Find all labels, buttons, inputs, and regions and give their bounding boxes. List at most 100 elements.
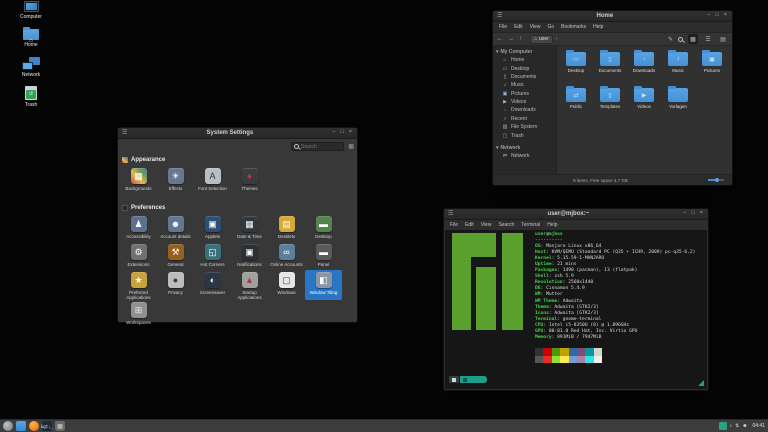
icon-view-button[interactable]: ▦ [688,34,698,44]
close-button[interactable]: × [700,211,703,217]
tray-app-icon[interactable] [719,422,727,430]
folder-templates[interactable]: ▯Templates [593,88,627,109]
menu-launcher-icon[interactable] [3,421,13,431]
folder-videos[interactable]: ▶Videos [627,88,661,109]
tile-screensaver[interactable]: ◐Screensaver [194,270,231,300]
sidebar-item-home[interactable]: ⌂Home [493,56,556,64]
sidebar-item-downloads[interactable]: ↓Downloads [493,106,556,114]
sidebar-item-desktop[interactable]: ▭Desktop [493,64,556,72]
folder-desktop[interactable]: ▭Desktop [559,52,593,73]
search-input[interactable] [301,144,341,150]
sidebar-item-videos[interactable]: ▶Videos [493,98,556,106]
menu-view[interactable]: View [530,24,541,30]
tile-accessibility[interactable]: ♟Accessibility [120,214,157,239]
tile-date-time[interactable]: ▦Date & Time [231,214,268,239]
tile-themes[interactable]: ♦Themes [231,166,268,191]
folder-documents[interactable]: ▯Documents [593,52,627,73]
view-toggle-icon[interactable]: ▦ [348,143,354,150]
clock[interactable]: 04:41 [752,423,765,429]
terminal-titlebar[interactable]: ☰ user@mjbox:~ – □ × [444,209,708,220]
tile-desklets[interactable]: ▤Desklets [268,214,305,239]
menu-help[interactable]: Help [547,222,557,228]
search-icon[interactable] [678,37,683,42]
desktop-icon-computer[interactable]: Computer [3,1,59,20]
sidebar-item-recent[interactable]: ○Recent [493,115,556,123]
sidebar-item-network[interactable]: ⇄Network [493,152,556,160]
menu-edit[interactable]: Edit [514,24,523,30]
close-button[interactable]: × [724,13,727,19]
menu-help[interactable]: Help [593,24,603,30]
edit-location-icon[interactable]: ✎ [668,36,673,43]
tile-effects[interactable]: ☀Effects [157,166,194,191]
folder-downloads[interactable]: ↓Downloads [627,52,661,73]
tile-backgrounds[interactable]: ▦Backgrounds [120,166,157,191]
sidebar-item-pictures[interactable]: ▣Pictures [493,90,556,98]
maximize-button[interactable]: □ [691,211,694,217]
up-button[interactable]: ↑ [519,36,522,42]
sidebar-item-trash[interactable]: ▢Trash [493,131,556,139]
tile-windows[interactable]: ▢Windows [268,270,305,300]
desktop-icon-network[interactable]: Network [3,57,59,78]
sidebar-item-documents[interactable]: ▯Documents [493,73,556,81]
tile-desktop[interactable]: ▬Desktop [305,214,342,239]
folder-pictures[interactable]: ▣Pictures [695,52,729,73]
network-icon[interactable]: ⇅ [735,423,739,429]
tile-applets[interactable]: ▣Applets [194,214,231,239]
minimize-button[interactable]: – [683,211,686,217]
compact-view-button[interactable]: ▤ [718,34,728,44]
menu-file[interactable]: File [450,222,458,228]
user-applet-icon[interactable]: ☻ [742,423,747,429]
zoom-slider[interactable] [708,179,724,181]
shell-prompt[interactable] [449,376,487,383]
resize-grip[interactable] [698,380,704,386]
menu-go[interactable]: Go [547,24,554,30]
breadcrumb[interactable]: ⌂ user [530,35,553,44]
tile-hot-corners[interactable]: ◱Hot Corners [194,242,231,267]
tile-account-details[interactable]: ☻Account details [157,214,194,239]
menu-view[interactable]: View [481,222,492,228]
sidebar-item-music[interactable]: ♪Music [493,81,556,89]
settings-titlebar[interactable]: ☰ System Settings – □ × [118,128,357,139]
desktop-icon-trash[interactable]: ↺ Trash [3,86,59,108]
window-list-icon[interactable]: ▦ [55,421,65,431]
tile-privacy[interactable]: ●Privacy [157,270,194,300]
tile-font-selection[interactable]: AFont Selection [194,166,231,191]
maximize-button[interactable]: □ [715,13,718,19]
maximize-button[interactable]: □ [340,130,343,136]
tile-startup-applications[interactable]: ▲Startup Applications [231,270,268,300]
back-button[interactable]: ← [497,36,503,42]
tile-window-tiling-selected[interactable]: ◧Window Tiling [305,270,342,300]
tile-extensions[interactable]: ⚙Extensions [120,242,157,267]
menu-search[interactable]: Search [498,222,514,228]
close-button[interactable]: × [349,130,352,136]
forward-button[interactable]: → [508,36,514,42]
files-launcher-icon[interactable] [16,421,26,431]
menu-terminal[interactable]: Terminal [521,222,540,228]
desktop-icon-home[interactable]: ⌂ Home [3,26,59,48]
tile-online-accounts[interactable]: ∞Online Accounts [268,242,305,267]
sidebar-item-file-system[interactable]: ▥File System [493,123,556,131]
menu-bookmarks[interactable]: Bookmarks [561,24,586,30]
tile-notifications[interactable]: ▣Notifications [231,242,268,267]
minimize-button[interactable]: – [332,130,335,136]
tile-workspaces[interactable]: ⊞Workspaces [120,300,157,325]
tile-preferred-applications[interactable]: ★Preferred Applications [120,270,157,300]
firefox-launcher-icon[interactable] [29,421,39,431]
volume-icon[interactable]: ♪ [730,423,733,429]
folder-public[interactable]: ⇄Public [559,88,593,109]
menu-file[interactable]: File [499,24,507,30]
breadcrumb-next-icon[interactable]: › [556,36,558,42]
search-box[interactable] [291,142,344,151]
folder-vorlagen[interactable]: Vorlagen [661,88,695,109]
list-view-button[interactable]: ☰ [703,34,713,44]
file-manager-titlebar[interactable]: ☰ Home – □ × [493,11,732,22]
tile-panel[interactable]: ▬Panel [305,242,342,267]
sidebar-section-my-computer[interactable]: ▾My Computer [493,48,556,56]
terminal-content[interactable]: user@mjbox ---------- OSManjaro Linux x8… [445,230,707,389]
sidebar-section-network[interactable]: ▾Network [493,144,556,152]
folder-music[interactable]: ♪Music [661,52,695,73]
minimize-button[interactable]: – [707,13,710,19]
menu-edit[interactable]: Edit [465,222,474,228]
tile-general[interactable]: ⚒General [157,242,194,267]
terminal-launcher-icon[interactable]: &gt;_ [42,421,52,431]
